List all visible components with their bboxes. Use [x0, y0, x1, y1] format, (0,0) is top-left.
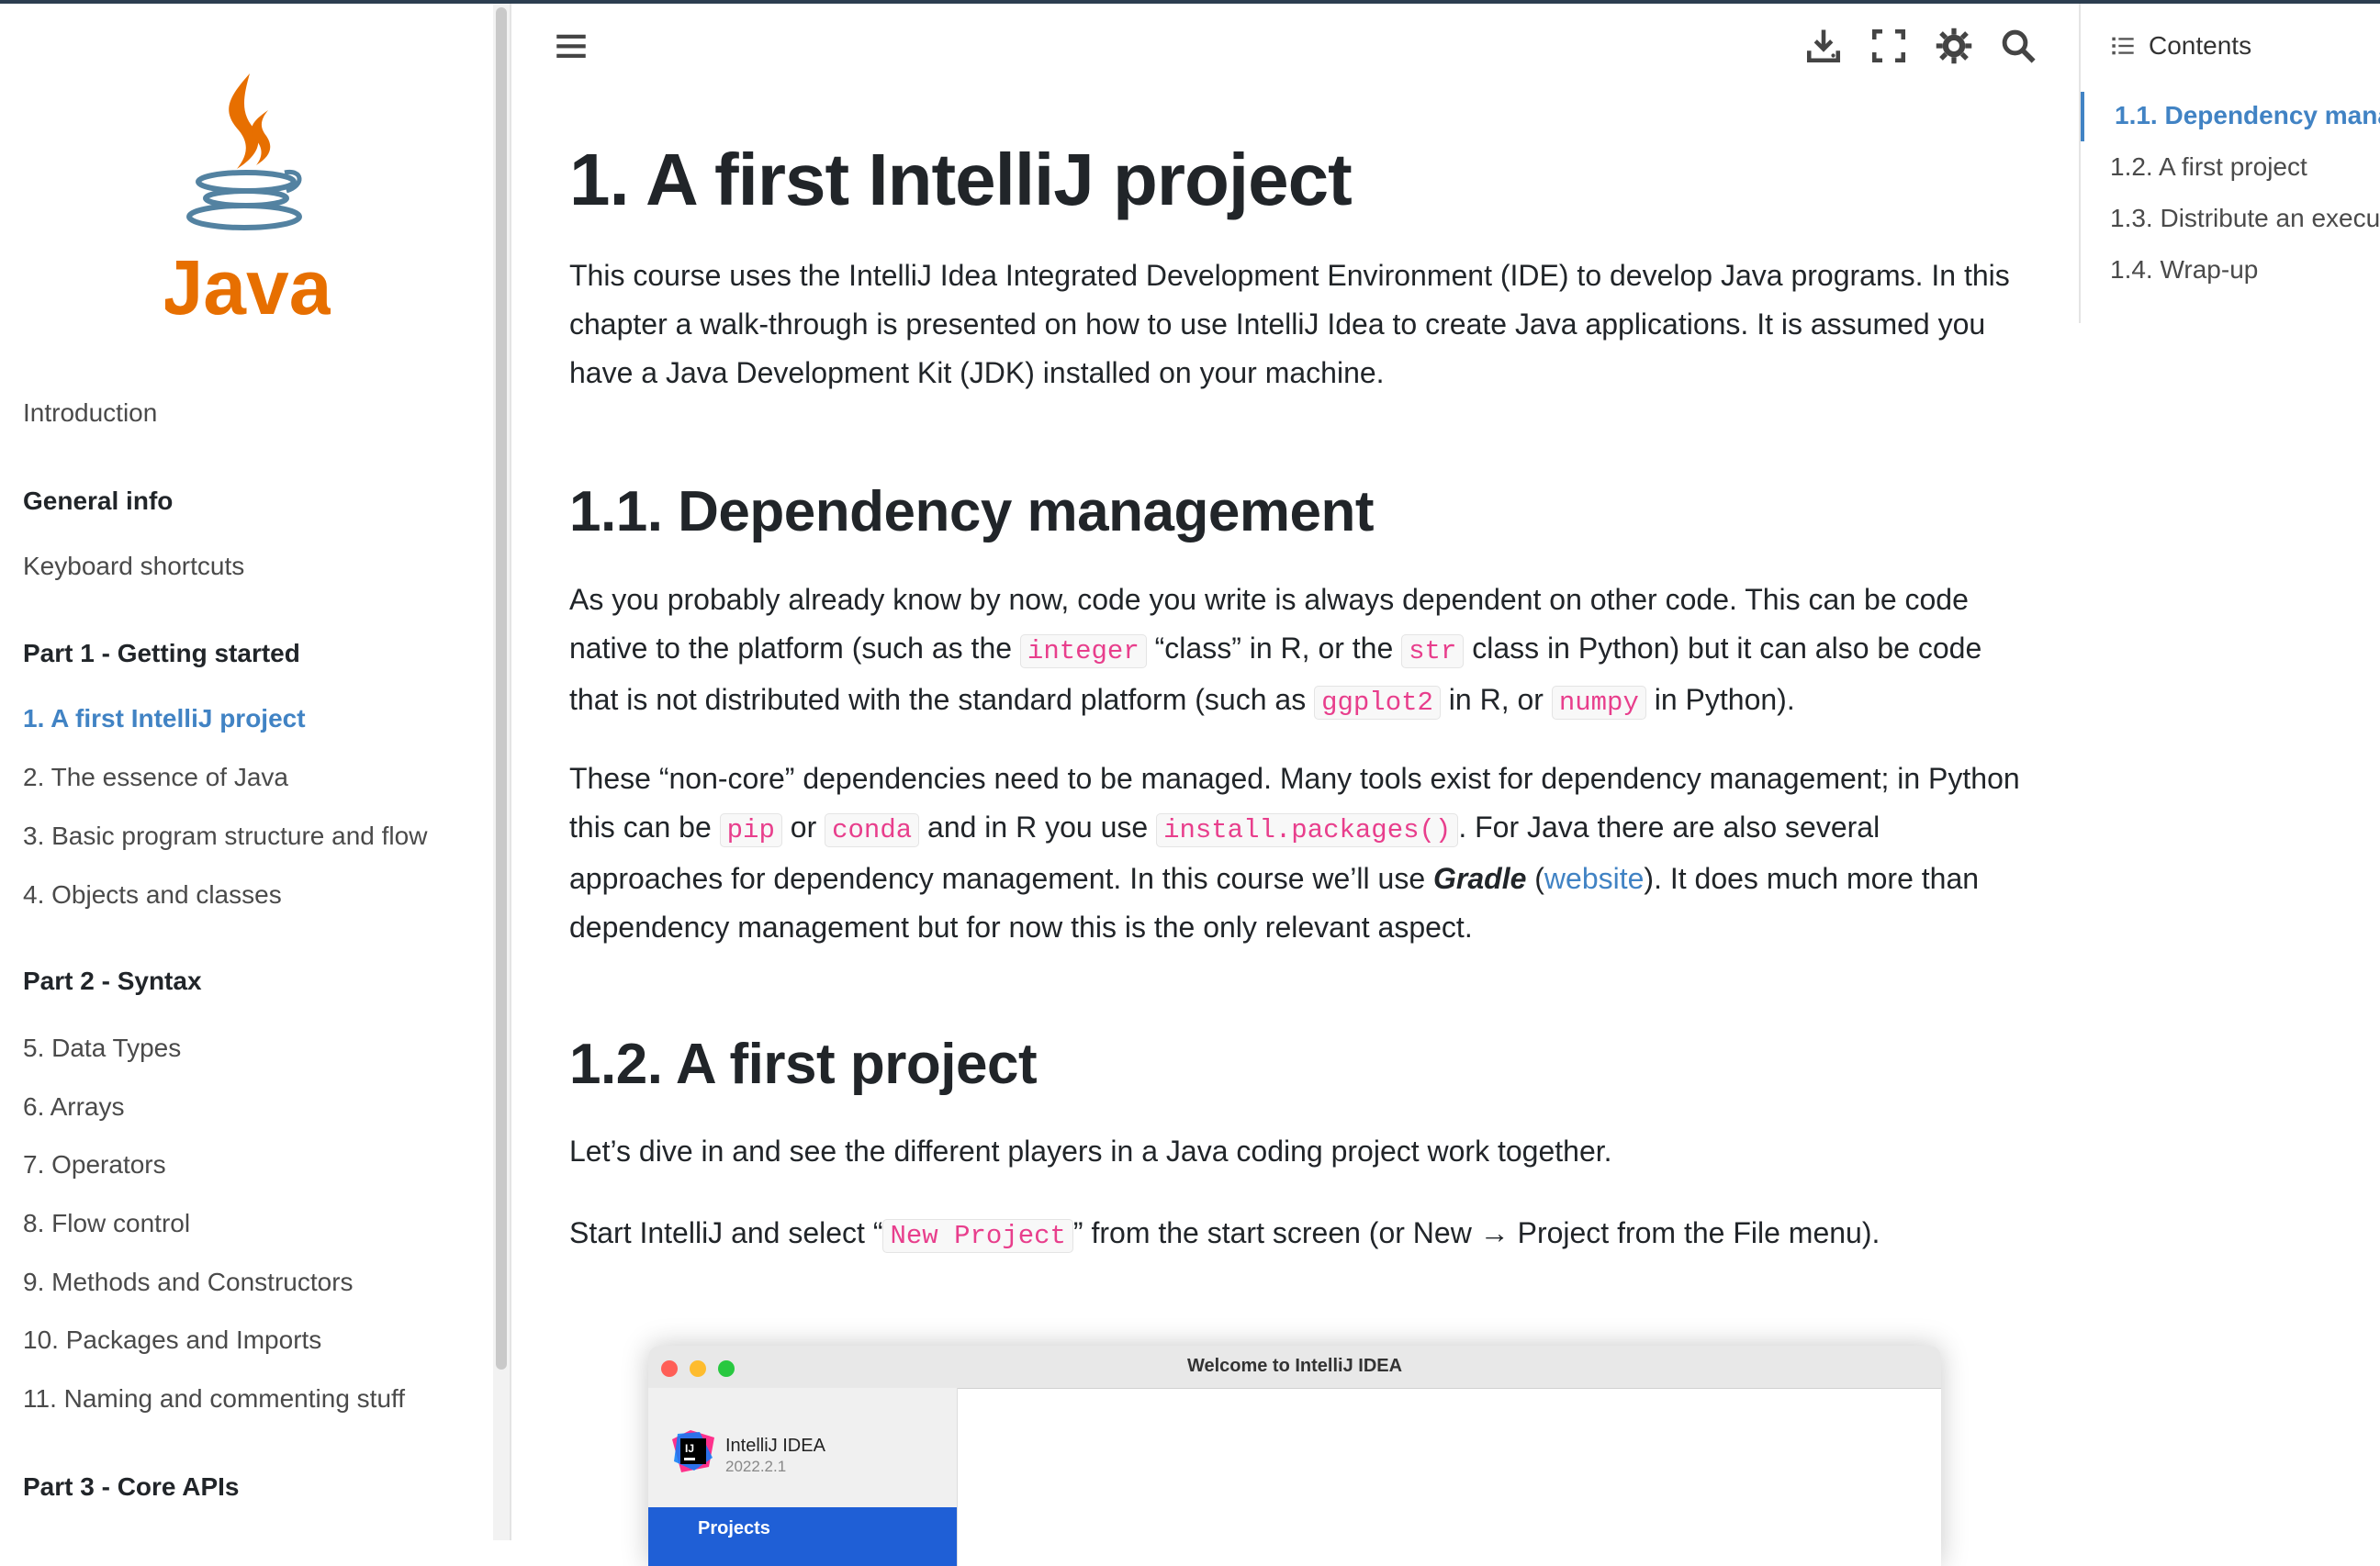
section-heading-first-project: 1.2. A first project: [569, 1033, 1038, 1096]
inline-code: pip: [719, 813, 782, 847]
sidebar-item-arrays[interactable]: 6. Arrays: [23, 1092, 124, 1122]
inline-code: str: [1401, 634, 1465, 668]
app-name: IntelliJ IDEA: [725, 1436, 825, 1456]
sidebar: Java Introduction General info Keyboard …: [0, 4, 493, 1540]
sidebar-item-first-intellij-project[interactable]: 1. A first IntelliJ project: [23, 704, 306, 733]
sidebar-scrollbar-thumb[interactable]: [496, 7, 507, 1370]
gradle-website-link[interactable]: website: [1544, 862, 1645, 895]
search-icon[interactable]: [1996, 24, 2040, 68]
toc-divider: [2079, 4, 2081, 323]
inline-code: numpy: [1551, 686, 1646, 720]
fullscreen-icon[interactable]: [1867, 24, 1911, 68]
sidebar-section-general-info: General info: [23, 487, 174, 515]
intellij-logo-icon: IJ: [672, 1430, 714, 1472]
java-logo-text: Java: [165, 244, 331, 330]
gear-icon[interactable]: [1932, 24, 1976, 68]
sidebar-item-keyboard-shortcuts[interactable]: Keyboard shortcuts: [23, 552, 244, 581]
toc-active-indicator: [2081, 92, 2084, 141]
sidebar-item-objects-classes[interactable]: 4. Objects and classes: [23, 880, 282, 910]
projects-tab: [648, 1507, 957, 1566]
sidebar-section-part-3: Part 3 - Core APIs: [23, 1472, 240, 1501]
svg-text:IJ: IJ: [685, 1442, 694, 1455]
projects-tab-label: Projects: [698, 1518, 770, 1538]
gradle-emphasis: Gradle: [1433, 862, 1527, 895]
sidebar-item-flow-control[interactable]: 8. Flow control: [23, 1209, 190, 1238]
text: in R, or: [1440, 683, 1552, 716]
sidebar-section-part-1: Part 1 - Getting started: [23, 639, 300, 667]
text: ” from the start screen (or New → Projec…: [1072, 1216, 1880, 1249]
first-project-paragraph-2: Start IntelliJ and select “New Project” …: [569, 1209, 2020, 1260]
inline-code: conda: [825, 813, 920, 847]
text: Start IntelliJ and select “: [569, 1216, 883, 1249]
sidebar-item-data-types[interactable]: 5. Data Types: [23, 1034, 181, 1063]
window-title: Welcome to IntelliJ IDEA: [1186, 1356, 1403, 1376]
text: “class” in R, or the: [1146, 632, 1402, 665]
text: (: [1526, 862, 1544, 895]
sidebar-item-essence-of-java[interactable]: 2. The essence of Java: [23, 763, 288, 792]
inline-code: ggplot2: [1314, 686, 1441, 720]
sidebar-section-part-2: Part 2 - Syntax: [23, 967, 202, 995]
toc-header: Contents: [2110, 31, 2251, 61]
sidebar-item-introduction[interactable]: Introduction: [23, 398, 157, 428]
section-heading-dependency-management: 1.1. Dependency management: [569, 480, 1374, 543]
text: in Python).: [1645, 683, 1795, 716]
sidebar-item-program-structure[interactable]: 3. Basic program structure and flow: [23, 822, 427, 851]
inline-code: New Project: [882, 1219, 1073, 1253]
inline-code: install.packages(): [1156, 813, 1459, 847]
toc-item-distribute-executable[interactable]: 1.3. Distribute an executable: [2110, 204, 2380, 233]
hamburger-icon[interactable]: [549, 24, 593, 68]
sidebar-item-operators[interactable]: 7. Operators: [23, 1150, 166, 1180]
intro-paragraph: This course uses the IntelliJ Idea Integ…: [569, 259, 2010, 389]
text: or: [781, 811, 825, 844]
toc-item-wrap-up[interactable]: 1.4. Wrap-up: [2110, 255, 2258, 285]
dependency-paragraph-1: As you probably already know by now, cod…: [569, 576, 2020, 727]
sidebar-item-naming-commenting[interactable]: 11. Naming and commenting stuff: [23, 1384, 405, 1414]
sidebar-divider: [510, 4, 511, 1540]
list-icon: [2112, 37, 2134, 55]
text: and in R you use: [919, 811, 1157, 844]
toc-item-first-project[interactable]: 1.2. A first project: [2110, 152, 2307, 182]
first-project-paragraph-1: Let’s dive in and see the different play…: [569, 1135, 1612, 1168]
intellij-welcome-screenshot: Welcome to IntelliJ IDEA IJ IntelliJ IDE…: [648, 1346, 1941, 1566]
java-logo[interactable]: Java: [165, 73, 331, 330]
app-version: 2022.2.1: [725, 1458, 787, 1475]
page-title: 1. A first IntelliJ project: [569, 139, 1353, 220]
download-icon[interactable]: [1802, 24, 1846, 68]
toc-header-label: Contents: [2149, 31, 2252, 60]
sidebar-item-packages-imports[interactable]: 10. Packages and Imports: [23, 1326, 321, 1355]
inline-code: integer: [1019, 634, 1147, 668]
toc-item-dependency-management[interactable]: 1.1. Dependency management: [2115, 101, 2380, 130]
sidebar-item-methods-constructors[interactable]: 9. Methods and Constructors: [23, 1268, 354, 1297]
dependency-paragraph-2: These “non-core” dependencies need to be…: [569, 755, 2020, 952]
